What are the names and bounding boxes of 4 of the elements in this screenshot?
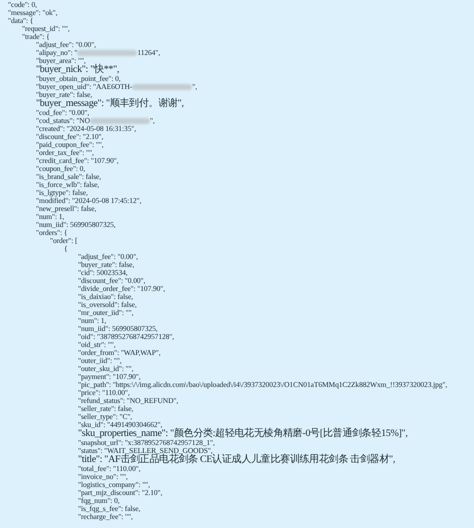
code-line: "buyer_message": "顺丰到付。谢谢",: [36, 100, 184, 108]
code-line: "buyer_nick": "快**",: [36, 66, 120, 74]
code-line: "title": "AF击剑正品电花剑条 CE认证成人儿童比赛训练用花剑条 击剑器材",: [78, 456, 396, 464]
code-line: "sku_properties_name": "颜色分类:超轻电花无棱角精磨-0号[比普通剑条轻15%]",: [78, 430, 408, 438]
